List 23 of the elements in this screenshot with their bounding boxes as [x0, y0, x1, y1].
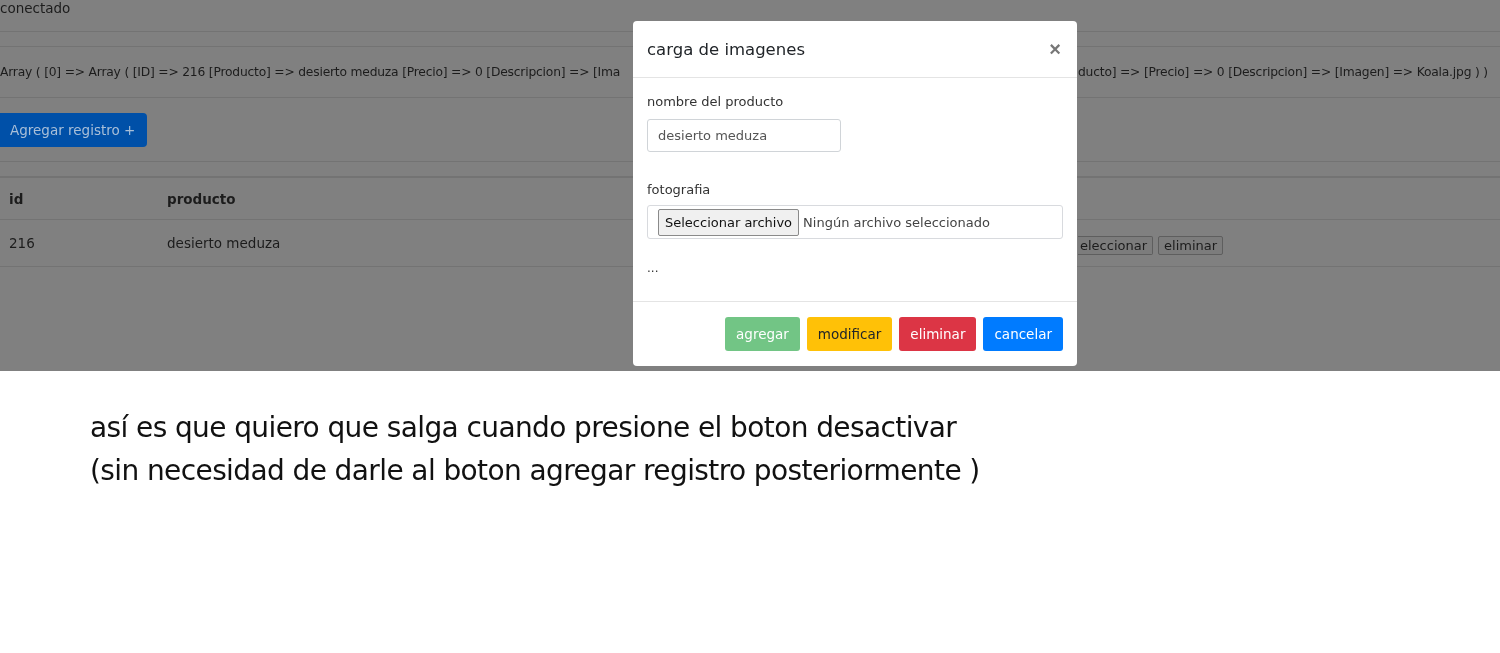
choose-file-button[interactable]: Seleccionar archivo	[658, 208, 800, 236]
column-header: id	[9, 190, 24, 207]
caption-text: (sin necesidad de darle al boton agregar registro posteriormente )	[90, 453, 981, 489]
delete-button[interactable]: eliminar	[1158, 235, 1224, 255]
close-button[interactable]: ×	[1047, 37, 1063, 61]
table-cell: 216	[9, 235, 35, 251]
modal-title: carga de imagenes	[647, 39, 805, 59]
dialog-button[interactable]: cancelar	[983, 317, 1063, 351]
column-header: producto	[167, 190, 236, 207]
note-text: ...	[647, 261, 660, 275]
table-cell: desierto meduza	[167, 235, 281, 251]
caption-text: así es que quiero que salga cuando presione el boton desactivar	[90, 410, 958, 446]
select-button[interactable]: eleccionar	[1078, 235, 1154, 255]
file-status-text: Ningún archivo seleccionado	[803, 214, 990, 230]
field-label: nombre del producto	[647, 94, 785, 109]
add-record-button[interactable]: Agregar registro +	[0, 112, 148, 147]
dialog-button[interactable]: eliminar	[899, 317, 977, 351]
dialog-button[interactable]: modificar	[806, 317, 893, 351]
input-field[interactable]: desierto meduza	[647, 119, 841, 152]
file-field[interactable]: Seleccionar archivo Ningún archivo seleccionado	[647, 205, 1063, 239]
array-dump-text: Array ( [0] => Array ( [ID] => 216 [Producto] => desierto meduza [Precio] => 0 [Descripcion] => [Ima	[0, 65, 622, 79]
array-dump-text: ducto] => [Precio] => 0 [Descripcion] => [Imagen] => Koala.jpg ) )	[1078, 65, 1488, 79]
field-label: fotografia	[647, 182, 712, 197]
